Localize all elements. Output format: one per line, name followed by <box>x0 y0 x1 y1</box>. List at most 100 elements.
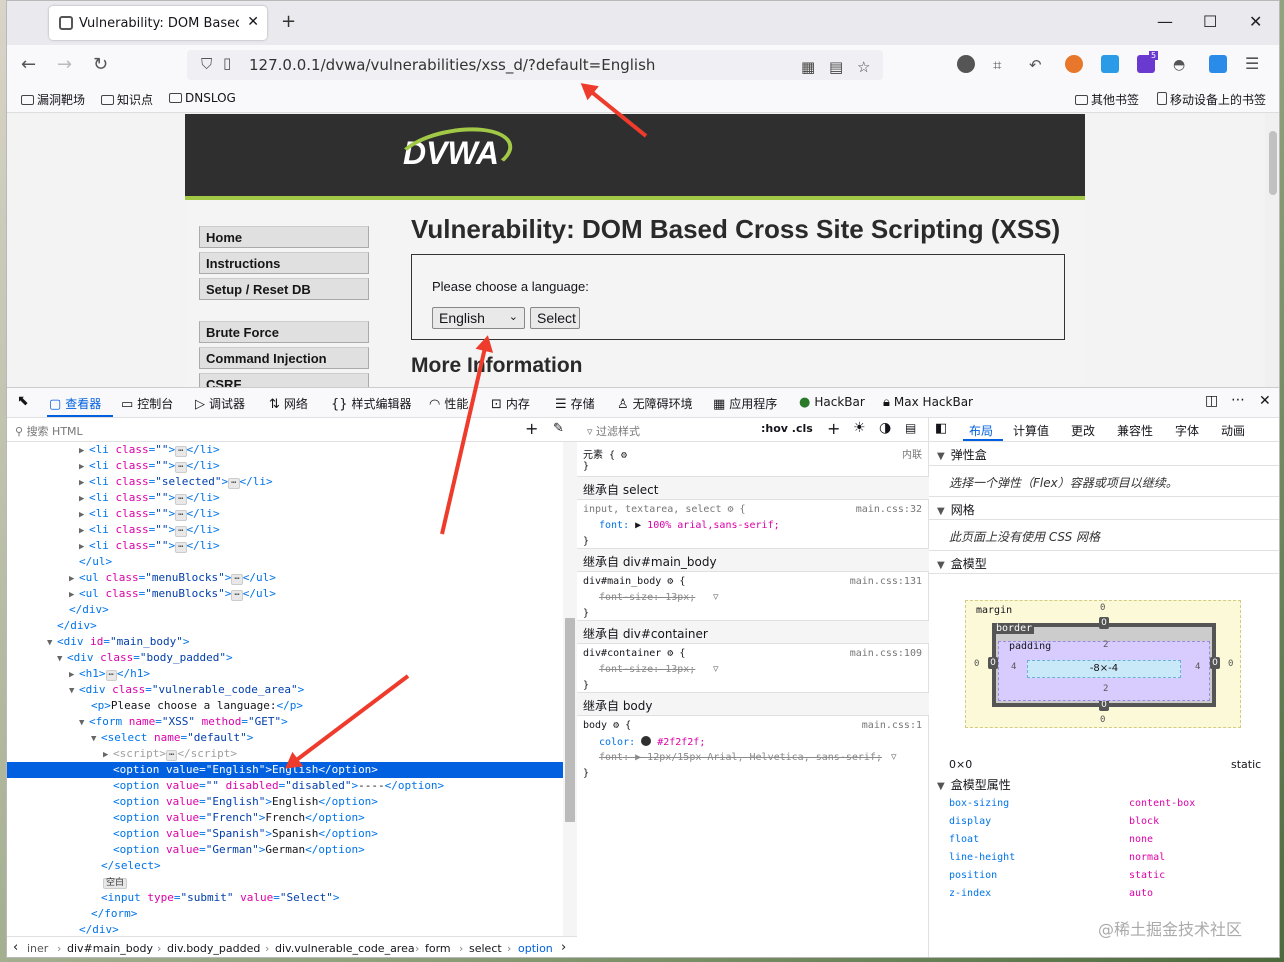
filter-icon[interactable]: ▿ <box>891 750 897 763</box>
rule-selector[interactable]: div#main_body ⚙ { <box>583 576 685 587</box>
rule-selector[interactable]: body ⚙ { <box>583 720 631 731</box>
tree-node[interactable]: <option value="French">French</option> <box>7 810 563 826</box>
language-select[interactable]: English ⌄ <box>432 307 525 329</box>
url-text[interactable]: 127.0.0.1/dvwa/vulnerabilities/xss_d/?de… <box>249 56 655 74</box>
rule-declaration-overridden[interactable]: font-size: 13px; <box>599 592 695 603</box>
margin-right[interactable]: 0 <box>1228 659 1233 669</box>
rule-source[interactable]: main.css:131 <box>850 576 922 587</box>
tab-inspector[interactable]: ▢ 查看器 <box>49 395 101 412</box>
tree-node[interactable]: <option value="German">German</option> <box>7 842 563 858</box>
rule-declaration[interactable]: font: ▶ 100% arial,sans-serif; <box>599 520 780 531</box>
menu-brute-force[interactable]: Brute Force <box>199 321 369 343</box>
boxmodel-section[interactable]: ▼ 盒模型 <box>929 550 1279 574</box>
padding-left[interactable]: 4 <box>1011 662 1016 672</box>
bookmark-star-icon[interactable]: ☆ <box>857 58 870 76</box>
rule-declaration[interactable]: color: #2f2f2f; <box>599 736 705 748</box>
dock-side-icon[interactable]: ◫ <box>1205 393 1218 409</box>
flexbox-section[interactable]: ▼ 弹性盒 <box>929 442 1279 466</box>
page-scrollbar[interactable] <box>1265 113 1279 387</box>
tab-network[interactable]: ⇅ 网络 <box>269 395 308 412</box>
tab-compatibility[interactable]: 兼容性 <box>1117 422 1153 439</box>
menu-instructions[interactable]: Instructions <box>199 252 369 274</box>
sidebar-toggle-icon[interactable]: ◧ <box>935 421 947 436</box>
extension-hat-icon[interactable]: ◓ <box>1173 57 1185 73</box>
tree-node[interactable]: ▶ <li class="selected"> ⋯ </li> <box>7 474 563 490</box>
filter-icon[interactable]: ▿ <box>713 590 719 603</box>
tree-node[interactable]: ▶ <li class=""> ⋯ </li> <box>7 458 563 474</box>
extension-translate-icon[interactable] <box>1101 55 1119 73</box>
minimize-button[interactable]: — <box>1157 12 1173 31</box>
scrollbar-thumb[interactable] <box>1269 131 1277 195</box>
extension-info-icon[interactable] <box>957 55 975 73</box>
light-mode-icon[interactable]: ☀ <box>853 420 866 436</box>
eyedropper-icon[interactable]: ✎ <box>553 421 564 436</box>
crumb-4[interactable]: form <box>425 942 451 955</box>
shield-icon[interactable]: ⛉ <box>201 55 212 73</box>
tree-node[interactable]: ▶ <li class=""> ⋯ </li> <box>7 490 563 506</box>
crumb-0[interactable]: iner <box>27 942 48 955</box>
grid-section[interactable]: ▼ 网格 <box>929 496 1279 520</box>
tab-layout[interactable]: 布局 <box>969 422 993 439</box>
tab-application[interactable]: ▦ 应用程序 <box>713 395 777 412</box>
crumb-3[interactable]: div.vulnerable_code_area <box>275 942 415 955</box>
tab-computed[interactable]: 计算值 <box>1013 422 1049 439</box>
new-tab-button[interactable]: + <box>281 11 296 32</box>
reload-icon[interactable]: ↻ <box>93 54 108 75</box>
margin-bottom[interactable]: 0 <box>1100 715 1105 725</box>
rule-selector[interactable]: div#container ⚙ { <box>583 648 685 659</box>
rule-source[interactable]: main.css:1 <box>862 720 922 731</box>
tab-storage[interactable]: ☰ 存储 <box>555 395 595 412</box>
tree-node[interactable]: </select> <box>7 858 563 874</box>
tree-node[interactable]: </div> <box>7 922 563 936</box>
rule-declaration-overridden[interactable]: font-size: 13px; <box>599 664 695 675</box>
page-info-icon[interactable]: ▯ <box>223 54 231 72</box>
add-node-icon[interactable]: + <box>525 419 538 438</box>
more-options-icon[interactable]: ⋯ <box>1231 392 1245 408</box>
padding-right[interactable]: 4 <box>1195 662 1200 672</box>
boxmodel-props-header[interactable]: ▼ 盒模型属性 <box>937 776 1011 793</box>
close-window-button[interactable]: ✕ <box>1249 12 1262 31</box>
extension-orange-icon[interactable] <box>1065 55 1083 73</box>
tree-node[interactable]: ▶ <li class=""> ⋯ </li> <box>7 538 563 554</box>
tab-accessibility[interactable]: ♙ 无障碍环境 <box>617 395 693 412</box>
tree-node[interactable]: <p>Please choose a language:</p> <box>7 698 563 714</box>
menu-command-injection[interactable]: Command Injection <box>199 347 369 369</box>
tree-node[interactable]: ▼ <div id="main_body"> <box>7 634 563 650</box>
tree-node[interactable]: ▶ <h1> ⋯ </h1> <box>7 666 563 682</box>
close-tab-icon[interactable]: ✕ <box>247 14 259 30</box>
padding-top[interactable]: 2 <box>1103 640 1108 650</box>
tab-hackbar[interactable]: ● HackBar <box>799 395 865 410</box>
tree-node[interactable]: </div> <box>7 618 563 634</box>
mobile-bookmarks[interactable]: 移动设备上的书签 <box>1157 91 1266 108</box>
tree-node[interactable]: </form> <box>7 906 563 922</box>
element-rule[interactable]: 元素 { ⚙} <box>583 446 627 472</box>
crumb-6[interactable]: option <box>518 942 553 955</box>
margin-left[interactable]: 0 <box>974 659 979 669</box>
tree-node[interactable]: </ul> <box>7 554 563 570</box>
select-button[interactable]: Select <box>530 307 580 329</box>
add-rule-icon[interactable]: + <box>827 419 840 438</box>
crumb-2[interactable]: div.body_padded <box>167 942 260 955</box>
boxmodel-content[interactable]: -8×-4 <box>1027 660 1181 678</box>
menu-icon[interactable]: ☰ <box>1245 54 1259 73</box>
boxmodel-padding[interactable]: padding 2 2 4 4 -8×-4 <box>998 640 1210 701</box>
rule-selector[interactable]: input, textarea, select ⚙ { <box>583 504 746 515</box>
boxmodel-margin[interactable]: margin 0 0 0 0 border 0 0 0 0 padding 2 … <box>965 600 1241 728</box>
border-left[interactable]: 0 <box>988 657 998 669</box>
element-picker-icon[interactable]: ⬉ <box>17 393 29 409</box>
tree-node[interactable]: ▶ <ul class="menuBlocks"> ⋯ </ul> <box>7 570 563 586</box>
margin-top[interactable]: 0 <box>1100 603 1105 613</box>
hov-cls-toggles[interactable]: :hov .cls <box>761 422 813 435</box>
scrollbar-thumb[interactable] <box>565 618 575 822</box>
menu-home[interactable]: Home <box>199 226 369 248</box>
extension-bird-icon[interactable] <box>1209 55 1227 73</box>
tree-scrollbar[interactable] <box>563 442 577 936</box>
filter-styles-input[interactable]: ▿ 过滤样式 <box>587 423 640 439</box>
tree-node[interactable]: <option value="English">English</option> <box>7 794 563 810</box>
bookmark-folder-2[interactable]: DNSLOG <box>169 91 236 105</box>
tab-performance[interactable]: ◠ 性能 <box>429 395 468 412</box>
back-icon[interactable]: ← <box>21 54 36 75</box>
tree-node[interactable]: ▼ <div class="body_padded"> <box>7 650 563 666</box>
crumb-1[interactable]: div#main_body <box>67 942 153 955</box>
tab-memory[interactable]: ⊡ 内存 <box>491 395 530 412</box>
